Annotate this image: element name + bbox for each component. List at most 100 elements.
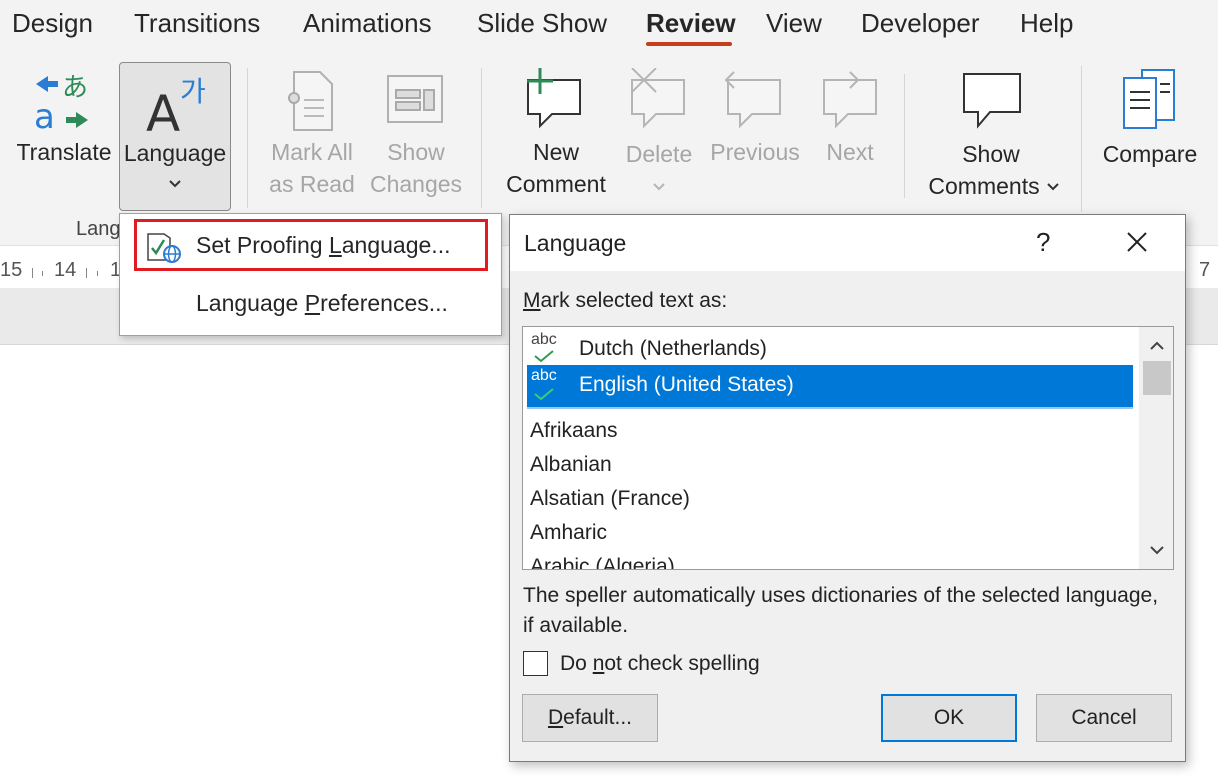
ribbon-tab-bar: Design Transitions Animations Slide Show… bbox=[0, 0, 1218, 52]
cancel-button[interactable]: Cancel bbox=[1036, 694, 1172, 742]
show-changes-icon bbox=[387, 75, 443, 123]
do-not-check-spelling-checkbox[interactable] bbox=[523, 651, 548, 676]
listbox-scrollbar[interactable] bbox=[1139, 327, 1173, 569]
new-comment-button[interactable]: New Comment bbox=[498, 66, 614, 206]
language-name: Arabic (Algeria) bbox=[530, 555, 675, 570]
new-comment-label-line1: New bbox=[532, 139, 579, 165]
checkmark-icon bbox=[534, 388, 554, 401]
ruler-tick bbox=[97, 271, 98, 276]
translate-icon: あ a bbox=[34, 73, 88, 134]
show-changes-label-line1: Show bbox=[387, 139, 445, 165]
tab-developer[interactable]: Developer bbox=[861, 8, 980, 39]
help-button[interactable]: ? bbox=[1036, 227, 1050, 258]
new-comment-icon bbox=[527, 68, 581, 129]
list-item-albanian[interactable]: Albanian bbox=[523, 451, 1137, 483]
show-comments-label-line1: Show bbox=[962, 141, 1020, 167]
scrollbar-thumb[interactable] bbox=[1143, 361, 1171, 395]
language-button[interactable]: A 가 Language bbox=[119, 62, 231, 211]
tab-review[interactable]: Review bbox=[646, 8, 736, 39]
tab-design[interactable]: Design bbox=[12, 8, 93, 39]
tab-help[interactable]: Help bbox=[1020, 8, 1073, 39]
menu-item-language-preferences[interactable]: Language Preferences... bbox=[120, 278, 501, 332]
checkmark-icon bbox=[534, 350, 554, 363]
ruler-number: 7 bbox=[1199, 259, 1211, 281]
ribbon-separator bbox=[904, 74, 905, 198]
list-item-alsatian-france[interactable]: Alsatian (France) bbox=[523, 485, 1137, 517]
compare-icon bbox=[1123, 69, 1175, 129]
ruler-tick bbox=[42, 271, 43, 276]
show-comments-icon bbox=[963, 73, 1021, 129]
tab-animations[interactable]: Animations bbox=[303, 8, 432, 39]
show-changes-button[interactable]: Show Changes bbox=[366, 66, 466, 206]
language-icon: A 가 bbox=[146, 75, 206, 141]
next-comment-button[interactable]: Next bbox=[812, 66, 888, 206]
do-not-check-spelling-label: Do not check spelling bbox=[560, 652, 760, 675]
language-name: Amharic bbox=[530, 521, 608, 544]
ruler-number: 15 bbox=[0, 259, 23, 281]
list-item-english-united-states[interactable]: abc English (United States) bbox=[527, 365, 1133, 409]
language-name: Albanian bbox=[530, 453, 612, 476]
translate-label: Translate bbox=[16, 139, 112, 165]
tab-slide-show[interactable]: Slide Show bbox=[477, 8, 607, 39]
chevron-down-icon bbox=[653, 183, 665, 191]
scroll-down-icon[interactable] bbox=[1149, 545, 1165, 555]
list-item-afrikaans[interactable]: Afrikaans bbox=[523, 417, 1137, 449]
language-name: English (United States) bbox=[579, 373, 794, 396]
proofing-abc-icon: abc bbox=[531, 367, 557, 384]
red-highlight-box bbox=[134, 219, 488, 271]
ribbon-group-label-language: Lang bbox=[76, 218, 121, 240]
focus-line bbox=[527, 407, 1133, 409]
previous-comment-button[interactable]: Previous bbox=[706, 66, 804, 206]
tab-transitions[interactable]: Transitions bbox=[134, 8, 260, 39]
ribbon-separator bbox=[247, 68, 248, 208]
translate-button[interactable]: あ a Translate bbox=[12, 66, 114, 206]
proofing-abc-icon: abc bbox=[531, 331, 557, 348]
ruler-tick bbox=[86, 268, 87, 278]
language-listbox[interactable]: abc Dutch (Netherlands) abc English (Uni… bbox=[522, 326, 1174, 570]
dialog-title-bar: Language ? bbox=[510, 215, 1185, 271]
ok-button[interactable]: OK bbox=[881, 694, 1017, 742]
delete-comment-button[interactable]: Delete bbox=[620, 66, 698, 206]
scroll-up-icon[interactable] bbox=[1149, 341, 1165, 351]
ruler-number: 14 bbox=[54, 259, 77, 281]
svg-text:a: a bbox=[34, 97, 55, 134]
speller-description: The speller automatically uses dictionar… bbox=[523, 584, 1159, 637]
language-name: Afrikaans bbox=[530, 419, 618, 442]
svg-text:가: 가 bbox=[180, 75, 206, 108]
ruler-tick bbox=[32, 268, 33, 278]
close-icon[interactable] bbox=[1124, 229, 1150, 255]
language-dialog: Language ? Mark selected text as: abc Du… bbox=[509, 214, 1186, 762]
dialog-title: Language bbox=[524, 230, 627, 256]
mark-selected-text-label: Mark selected text as: bbox=[523, 289, 728, 312]
active-tab-indicator bbox=[646, 42, 732, 46]
mark-all-label-line2: as Read bbox=[269, 171, 355, 197]
new-comment-label-line2: Comment bbox=[506, 171, 606, 197]
list-item-amharic[interactable]: Amharic bbox=[523, 519, 1137, 551]
svg-text:あ: あ bbox=[62, 73, 88, 103]
show-comments-label-line2: Comments bbox=[928, 173, 1040, 199]
language-name: Dutch (Netherlands) bbox=[579, 337, 767, 360]
language-label: Language bbox=[123, 140, 227, 166]
list-item-arabic-algeria[interactable]: Arabic (Algeria) bbox=[523, 553, 1137, 570]
show-changes-label-line2: Changes bbox=[369, 171, 463, 197]
tab-view[interactable]: View bbox=[766, 8, 822, 39]
next-comment-icon bbox=[823, 71, 877, 129]
delete-comment-icon bbox=[631, 68, 685, 129]
previous-label: Previous bbox=[710, 139, 800, 165]
compare-label: Compare bbox=[1102, 141, 1198, 167]
list-item-dutch-netherlands[interactable]: abc Dutch (Netherlands) bbox=[523, 329, 1137, 365]
compare-button[interactable]: Compare bbox=[1096, 66, 1204, 206]
mark-all-as-read-button[interactable]: Mark All as Read bbox=[262, 66, 362, 206]
chevron-down-icon bbox=[1047, 183, 1059, 191]
ribbon-separator bbox=[481, 68, 482, 208]
mark-all-label-line1: Mark All bbox=[271, 139, 353, 165]
document-read-icon bbox=[288, 71, 333, 131]
svg-text:A: A bbox=[146, 85, 180, 141]
delete-label: Delete bbox=[625, 141, 693, 167]
chevron-down-icon bbox=[169, 180, 181, 188]
ribbon-separator bbox=[1081, 66, 1082, 212]
menu-item-label: Language Preferences... bbox=[196, 290, 448, 316]
language-name: Alsatian (France) bbox=[530, 487, 690, 510]
default-button[interactable]: Default... bbox=[522, 694, 658, 742]
show-comments-button[interactable]: Show Comments bbox=[916, 66, 1066, 206]
